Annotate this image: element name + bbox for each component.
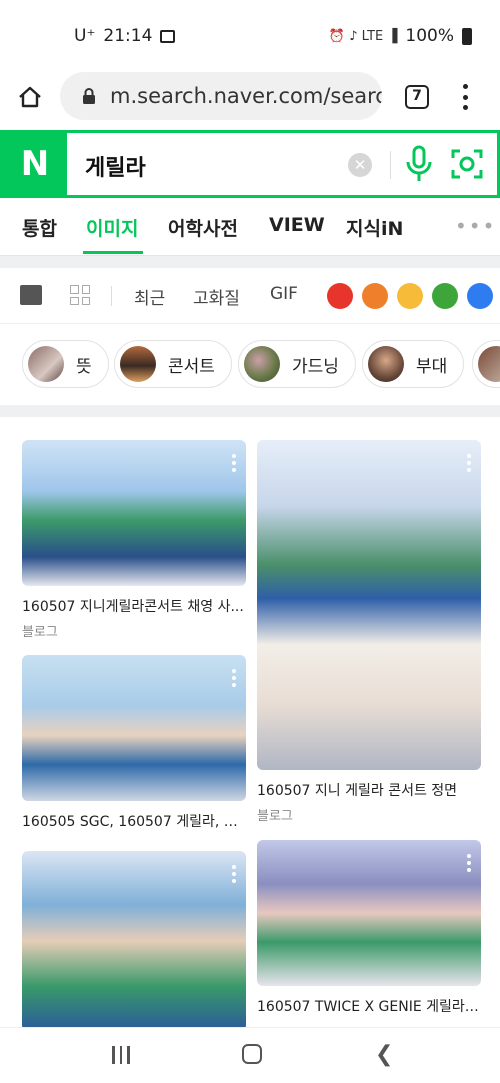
chip-label: 콘서트 [168, 356, 215, 377]
more-options-icon[interactable] [232, 454, 236, 472]
chip-thumbnail [28, 346, 64, 382]
back-icon[interactable]: ❮ [375, 1042, 393, 1067]
more-tabs-icon[interactable]: ••• [455, 214, 496, 238]
browser-menu-icon[interactable] [462, 84, 468, 110]
more-options-icon[interactable] [232, 865, 236, 883]
home-icon[interactable] [18, 85, 42, 109]
image-result-card[interactable]: 160507 지니 게릴라 콘서트 정면 블로그 [257, 440, 481, 824]
related-keyword-chips: 뜻 콘서트 가드닝 부대 [0, 325, 500, 405]
section-gap [0, 405, 500, 417]
result-thumbnail[interactable] [22, 851, 246, 1027]
more-options-icon[interactable] [467, 454, 471, 472]
image-result-card[interactable]: 160507 지니게릴라콘서트 채영 사... 블로그 [22, 440, 246, 640]
battery-icon [462, 27, 472, 45]
result-source: 블로그 [22, 625, 58, 640]
image-result-card[interactable] [22, 851, 246, 1027]
color-filter-blue[interactable] [467, 283, 493, 309]
chip-thumbnail [244, 346, 280, 382]
result-thumbnail[interactable] [22, 440, 246, 586]
result-title[interactable]: 160507 지니게릴라콘서트 채영 사... [22, 596, 246, 616]
filter-high-resolution[interactable]: 고화질 [193, 284, 240, 309]
home-button-icon[interactable] [242, 1044, 262, 1064]
clock: 21:14 [103, 26, 153, 46]
status-bar: U⁺ 21:14 ⏰ ♪ LTE ▐ 100% [0, 0, 500, 76]
chip-meaning[interactable]: 뜻 [22, 340, 109, 388]
lock-icon [83, 88, 95, 104]
naver-logo[interactable]: N [3, 133, 67, 195]
battery-level: 100% [405, 26, 454, 46]
address-bar[interactable]: m.search.naver.com/search [60, 72, 382, 120]
grid-view-icon[interactable] [70, 285, 90, 305]
search-box: N 게릴라 ✕ [0, 130, 500, 198]
chip-concert[interactable]: 콘서트 [114, 340, 232, 388]
chip-label: 가드닝 [292, 356, 339, 377]
color-filter-green[interactable] [432, 283, 458, 309]
status-indicators: ⏰ ♪ LTE ▐ [328, 28, 398, 44]
active-tab-indicator [83, 251, 143, 254]
more-options-icon[interactable] [467, 854, 471, 872]
result-source: 블로그 [257, 809, 293, 824]
carrier-label: U⁺ [74, 26, 96, 46]
more-options-icon[interactable] [232, 669, 236, 687]
search-input[interactable]: 게릴라 [85, 150, 146, 182]
chip-thumbnail [120, 346, 156, 382]
tab-view[interactable]: VIEW [269, 214, 325, 236]
image-result-card[interactable]: 160507 TWICE X GENIE 게릴라 ... [257, 840, 481, 1016]
lens-search-icon[interactable] [451, 149, 483, 179]
chip-label: 뜻 [76, 356, 92, 377]
tab-knowledge-in[interactable]: 지식iN [346, 214, 403, 241]
image-filter-bar: 최근 고화질 GIF [0, 268, 500, 324]
search-category-tabs: 통합 이미지 어학사전 VIEW 지식iN ••• [0, 198, 500, 256]
section-gap [0, 256, 500, 268]
search-divider [390, 151, 391, 179]
filter-divider [111, 286, 112, 306]
chip-thumbnail [478, 346, 500, 382]
result-title[interactable]: 160507 지니 게릴라 콘서트 정면 [257, 780, 481, 800]
gallery-notification-icon [160, 29, 176, 43]
result-title[interactable]: 160507 TWICE X GENIE 게릴라 ... [257, 996, 481, 1016]
tab-dictionary[interactable]: 어학사전 [168, 214, 238, 241]
color-filter-yellow[interactable] [397, 283, 423, 309]
filter-gif[interactable]: GIF [270, 284, 298, 304]
tab-switcher-button[interactable]: 7 [405, 85, 429, 109]
tab-integrated[interactable]: 통합 [22, 214, 57, 241]
result-thumbnail[interactable] [22, 655, 246, 801]
chip-unit[interactable]: 부대 [362, 340, 465, 388]
result-title[interactable]: 160505 SGC, 160507 게릴라, 15... [22, 811, 246, 831]
clear-search-icon[interactable]: ✕ [348, 153, 372, 177]
chip-label: 부대 [416, 356, 448, 377]
result-thumbnail[interactable] [257, 840, 481, 986]
tab-images[interactable]: 이미지 [86, 214, 138, 241]
url-text: m.search.naver.com/search [110, 84, 382, 108]
recent-apps-icon[interactable] [112, 1046, 130, 1064]
color-filter-red[interactable] [327, 283, 353, 309]
browser-toolbar: m.search.naver.com/search 7 [0, 70, 500, 128]
filter-recent[interactable]: 최근 [134, 284, 165, 309]
chip-next[interactable] [472, 340, 500, 388]
chip-thumbnail [368, 346, 404, 382]
image-results-grid: 160507 지니게릴라콘서트 채영 사... 블로그 160507 지니 게릴… [0, 417, 500, 1027]
single-view-icon[interactable] [20, 285, 42, 305]
chip-gardening[interactable]: 가드닝 [238, 340, 356, 388]
system-navigation-bar: ❮ [0, 1027, 500, 1083]
color-filter-orange[interactable] [362, 283, 388, 309]
result-thumbnail[interactable] [257, 440, 481, 770]
microphone-icon[interactable] [405, 145, 433, 183]
image-result-card[interactable]: 160505 SGC, 160507 게릴라, 15... [22, 655, 246, 831]
